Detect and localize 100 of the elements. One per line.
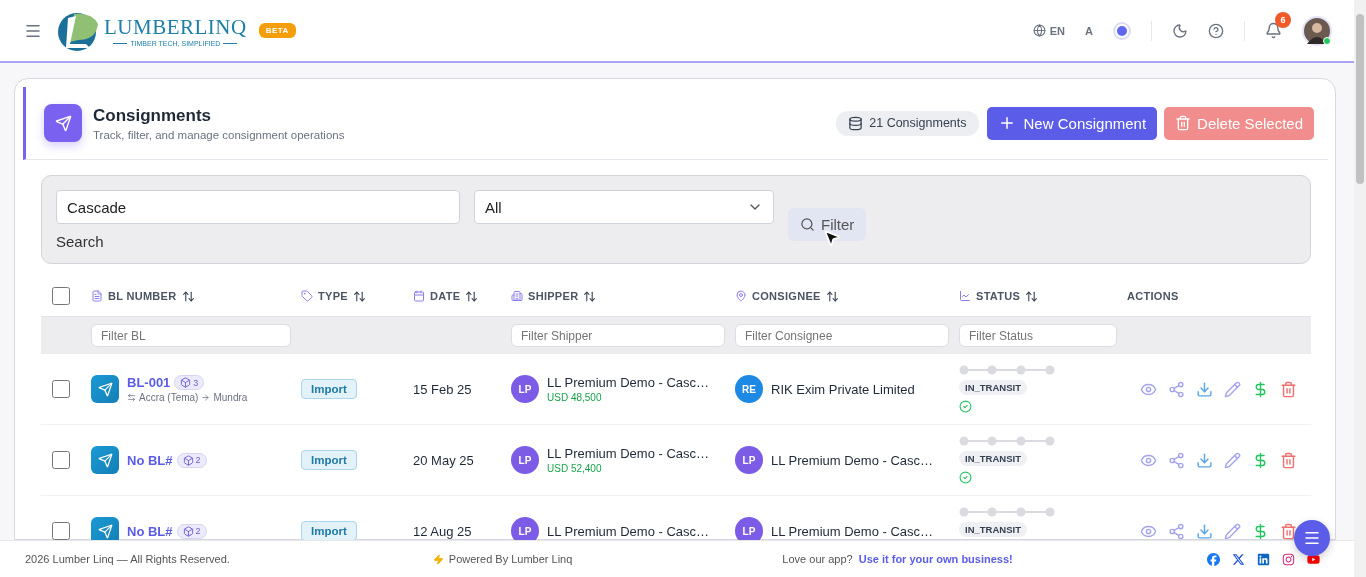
column-header: TYPE <box>318 290 348 302</box>
bl-number-link[interactable]: No BL# <box>127 523 173 539</box>
download-button[interactable] <box>1196 380 1213 398</box>
bl-number-link[interactable]: BL-001 <box>127 375 171 390</box>
column-filter-field[interactable]: Filter Status <box>959 324 1117 347</box>
share-button[interactable] <box>1168 522 1185 540</box>
edit-button[interactable] <box>1224 380 1241 398</box>
type-select[interactable]: All <box>474 190 774 224</box>
page-subtitle: Track, filter, and manage consignment operations <box>93 128 345 141</box>
tag-icon <box>301 290 313 302</box>
page-title: Consignments <box>93 105 213 126</box>
x-icon[interactable] <box>1232 552 1245 566</box>
share-button[interactable] <box>1168 451 1185 469</box>
type-tag: Import <box>301 379 357 399</box>
consignee-avatar: RE <box>735 375 763 403</box>
consignee-name: RIK Exim Private Limited <box>771 381 915 397</box>
sort-icon[interactable] <box>1025 289 1039 303</box>
notifications-button[interactable] <box>1265 22 1282 39</box>
date-text: 12 Aug 25 <box>413 523 472 539</box>
column-header: ACTIONS <box>1127 290 1179 302</box>
box-icon <box>182 454 194 466</box>
shipment-amount: USD 48,500 <box>547 392 603 403</box>
column-filter-field[interactable]: Filter Consignee <box>735 324 949 347</box>
route-origin: Accra (Tema) <box>139 392 199 403</box>
font-size-button[interactable]: A <box>1085 24 1093 37</box>
logo-name: LUMBERLINQ <box>104 14 247 40</box>
shipper-avatar: LP <box>511 375 539 403</box>
column-filter-field[interactable]: Filter BL <box>91 324 291 347</box>
user-avatar[interactable] <box>1302 15 1332 46</box>
dark-mode-button[interactable] <box>1172 22 1188 39</box>
consignment-count: 21 Consignments <box>836 110 979 136</box>
delete-button[interactable] <box>1280 522 1297 540</box>
type-tag: Import <box>301 521 357 540</box>
consignee-name: LL Premium Demo - Casc… <box>771 523 934 539</box>
download-button[interactable] <box>1196 451 1213 469</box>
swap-icon <box>127 393 136 402</box>
consignee-name: LL Premium Demo - Casc… <box>771 452 934 468</box>
send-icon <box>44 104 82 142</box>
package-count: 3 <box>174 375 205 390</box>
search-icon <box>800 217 815 232</box>
route-destination: Mundra <box>213 392 248 403</box>
column-header: STATUS <box>976 290 1021 302</box>
row-checkbox[interactable] <box>52 380 70 398</box>
map-pin-icon <box>735 290 747 302</box>
sort-icon[interactable] <box>825 289 839 303</box>
promo-text: Love our app? <box>782 553 853 565</box>
shipper-avatar: LP <box>511 446 539 474</box>
online-indicator <box>1323 36 1331 45</box>
copyright-text: 2026 Lumber Linq — All Rights Reserved. <box>25 553 230 565</box>
send-icon <box>91 375 119 403</box>
box-icon <box>182 525 194 537</box>
theme-color-button[interactable] <box>1113 21 1131 40</box>
row-checkbox[interactable] <box>52 522 70 540</box>
sort-icon[interactable] <box>583 289 597 303</box>
facebook-icon[interactable] <box>1207 552 1220 566</box>
package-count: 2 <box>176 452 207 468</box>
date-text: 20 May 25 <box>413 452 474 468</box>
shipper-avatar: LP <box>511 517 539 540</box>
instagram-icon[interactable] <box>1282 552 1295 566</box>
help-button[interactable] <box>1208 22 1224 39</box>
column-header: BL NUMBER <box>108 290 177 302</box>
menu-icon <box>1303 529 1321 547</box>
share-button[interactable] <box>1168 380 1185 398</box>
row-checkbox[interactable] <box>52 451 70 469</box>
column-header: SHIPPER <box>528 290 579 302</box>
box-icon <box>180 377 192 388</box>
consignee-avatar: LP <box>735 446 763 474</box>
column-header: DATE <box>430 290 461 302</box>
shipper-name: LL Premium Demo - Casc… <box>547 375 710 390</box>
mouse-cursor-icon <box>822 228 842 248</box>
trash-icon <box>1175 115 1192 131</box>
delete-button[interactable] <box>1280 380 1297 398</box>
linkedin-icon[interactable] <box>1257 552 1270 566</box>
edit-button[interactable] <box>1224 451 1241 469</box>
lightning-icon <box>432 553 444 565</box>
notification-count: 6 <box>1275 12 1291 28</box>
sort-icon[interactable] <box>181 289 195 303</box>
package-count: 2 <box>176 523 207 539</box>
select-all-checkbox[interactable] <box>52 287 70 305</box>
date-text: 15 Feb 25 <box>413 381 472 397</box>
download-button[interactable] <box>1196 522 1213 540</box>
sort-icon[interactable] <box>352 289 366 303</box>
scrollbar-thumb[interactable] <box>1356 14 1364 184</box>
promo-link[interactable]: Use it for your own business! <box>858 553 1013 565</box>
chart-icon <box>959 290 971 302</box>
edit-button[interactable] <box>1224 522 1241 540</box>
status-tag: IN_TRANSIT <box>959 380 1027 395</box>
search-label: Search <box>56 233 105 250</box>
search-field[interactable]: Cascade <box>56 190 460 224</box>
bl-number-link[interactable]: No BL# <box>127 452 173 468</box>
new-consignment-button[interactable]: New Consignment <box>986 106 1158 140</box>
column-filter-field[interactable]: Filter Shipper <box>511 324 725 347</box>
language-button[interactable]: EN <box>1032 24 1066 37</box>
delete-button[interactable] <box>1280 451 1297 469</box>
column-header: CONSIGNEE <box>752 290 821 302</box>
consignee-avatar: LP <box>735 517 763 540</box>
sort-icon[interactable] <box>465 289 479 303</box>
document-icon <box>91 290 103 302</box>
arrow-icon <box>201 393 211 402</box>
building-icon <box>511 290 523 302</box>
